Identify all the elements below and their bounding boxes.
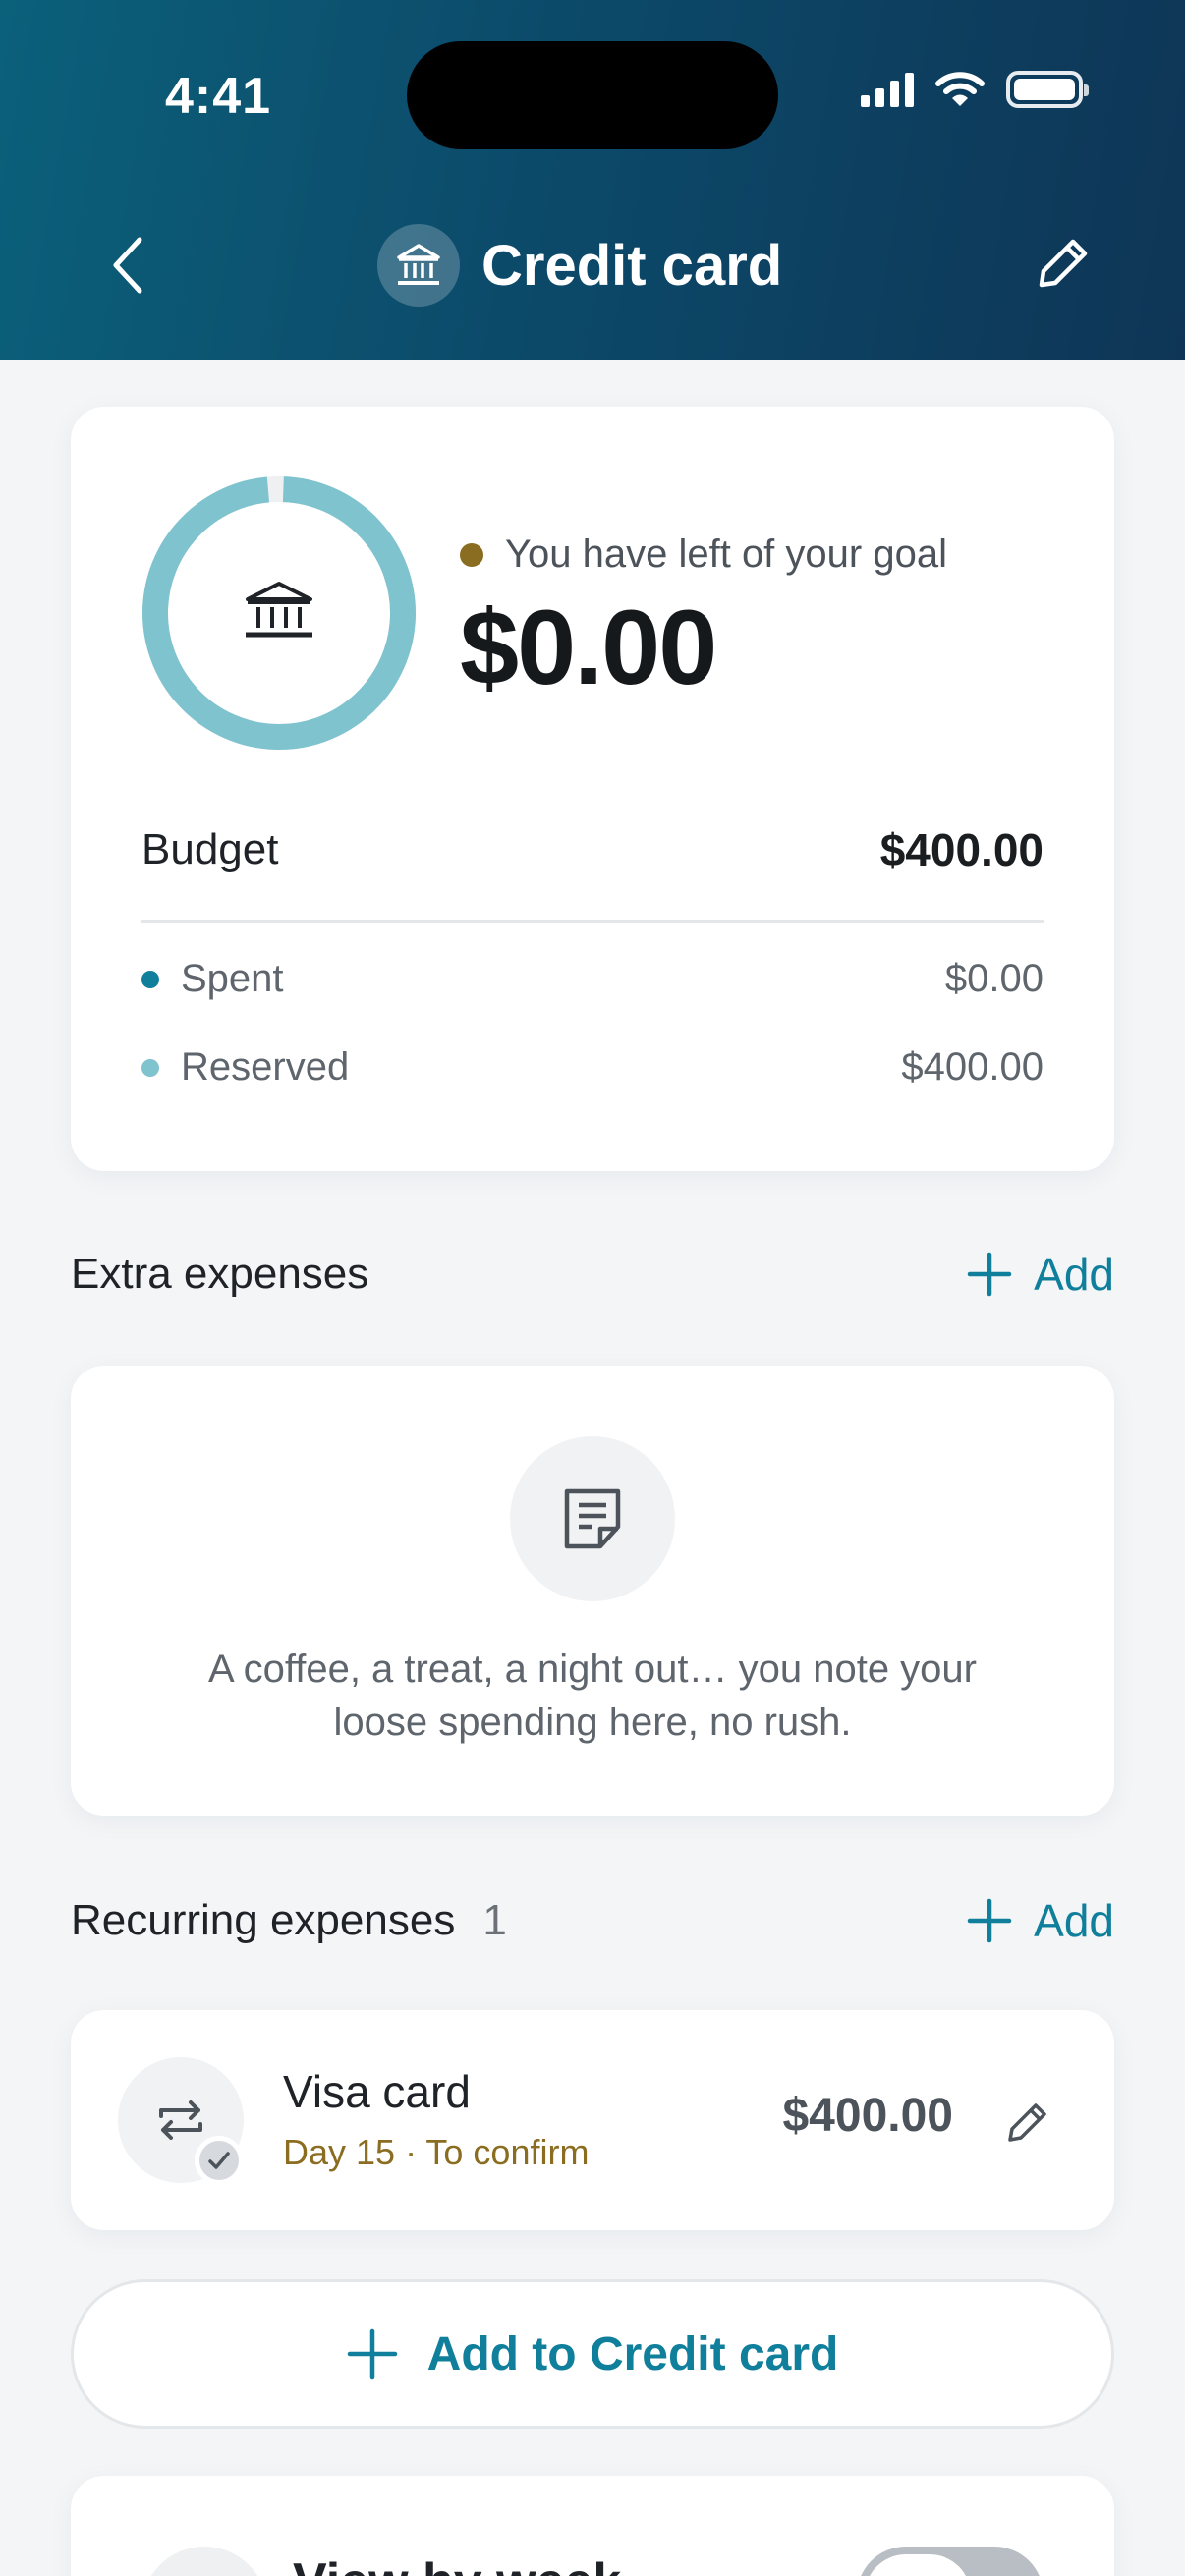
spent-row: Spent $0.00	[141, 957, 1044, 1001]
header: 4:41 Credit card	[0, 0, 1185, 360]
extra-expenses-header: Extra expenses Add	[71, 1248, 1114, 1301]
status-time: 4:41	[165, 68, 272, 125]
extra-expenses-empty-card: A coffee, a treat, a night out… you note…	[71, 1366, 1114, 1816]
signal-icon	[861, 72, 914, 107]
toggle-knob	[865, 2554, 971, 2576]
battery-icon	[1006, 71, 1089, 108]
budget-ring-chart	[141, 476, 416, 750]
status-icons	[861, 71, 1089, 108]
view-by-week-toggle[interactable]	[857, 2547, 1044, 2576]
plus-icon	[967, 1252, 1012, 1297]
view-by-week-card: View by week	[71, 2476, 1114, 2576]
recurring-expenses-title-group: Recurring expenses 1	[71, 1896, 507, 1945]
recurring-expenses-count: 1	[482, 1896, 507, 1944]
budget-row: Budget $400.00	[141, 823, 1044, 876]
recurring-expenses-header: Recurring expenses 1 Add	[71, 1894, 1114, 1947]
ring-reserved-arc	[141, 476, 416, 750]
reserved-value: $400.00	[901, 1045, 1044, 1089]
recurring-item-name: Visa card	[283, 2066, 471, 2117]
check-icon	[195, 2136, 244, 2185]
note-icon	[510, 1436, 675, 1601]
recurring-item-meta: Day 15 · To confirm	[283, 2132, 590, 2172]
budget-label: Budget	[141, 825, 279, 873]
edit-button[interactable]	[1028, 228, 1099, 299]
calendar-icon	[141, 2547, 267, 2576]
divider	[141, 920, 1044, 923]
budget-value: $400.00	[879, 824, 1044, 875]
budget-summary-card: You have left of your goal $0.00 Budget …	[71, 407, 1114, 1171]
add-to-category-button[interactable]: Add to Credit card	[71, 2279, 1114, 2429]
goal-label-text: You have left of your goal	[505, 532, 947, 576]
add-recurring-expense-button[interactable]: Add	[967, 1894, 1114, 1947]
bank-icon	[246, 582, 312, 638]
spent-value: $0.00	[944, 957, 1044, 1000]
spent-label: Spent	[181, 957, 284, 1000]
goal-label: You have left of your goal	[460, 532, 947, 577]
plus-icon	[347, 2328, 397, 2380]
dynamic-island	[407, 41, 778, 149]
extra-expenses-empty-text: A coffee, a treat, a night out… you note…	[208, 1648, 977, 1744]
add-to-category-label: Add to Credit card	[426, 2327, 839, 2380]
recurring-item-amount: $400.00	[782, 2090, 953, 2142]
spent-bullet	[141, 970, 159, 988]
page-title: Credit card	[481, 233, 783, 298]
nav-title-group: Credit card	[377, 224, 782, 307]
pencil-icon	[1008, 2103, 1046, 2142]
goal-dot	[460, 542, 483, 567]
add-extra-expense-button[interactable]: Add	[967, 1248, 1114, 1301]
pencil-icon	[1039, 239, 1088, 288]
recurring-expenses-title: Recurring expenses	[71, 1896, 456, 1944]
chevron-left-icon	[113, 237, 142, 294]
plus-icon	[967, 1898, 1012, 1943]
reserved-bullet	[141, 1058, 159, 1077]
bank-icon	[377, 224, 460, 307]
view-by-week-label: View by week	[293, 2552, 621, 2576]
add-extra-expense-label: Add	[1034, 1249, 1114, 1300]
reserved-row: Reserved $400.00	[141, 1045, 1044, 1090]
back-button[interactable]	[98, 226, 157, 305]
recurring-expense-item[interactable]: Visa card Day 15 · To confirm $400.00	[71, 2010, 1114, 2230]
wifi-icon	[935, 72, 985, 106]
reserved-label: Reserved	[181, 1045, 350, 1089]
extra-expenses-title: Extra expenses	[71, 1250, 369, 1298]
goal-remaining-value: $0.00	[460, 588, 717, 706]
add-recurring-expense-label: Add	[1034, 1895, 1114, 1946]
edit-recurring-item-button[interactable]	[1000, 2095, 1055, 2150]
